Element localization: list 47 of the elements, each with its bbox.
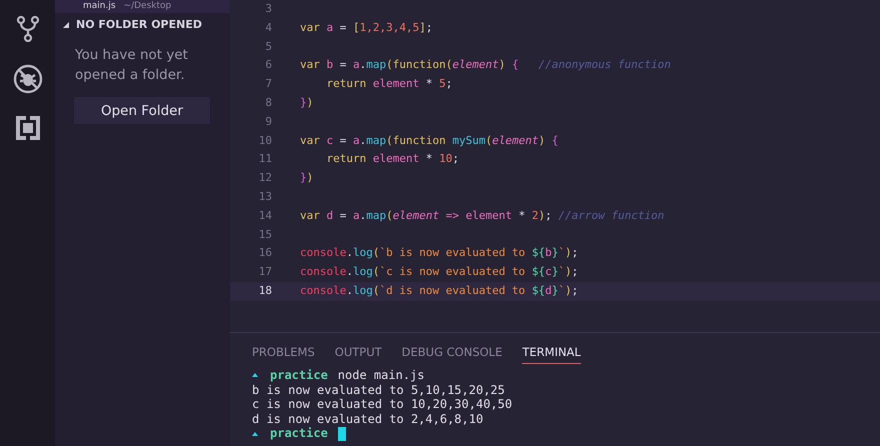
line-number: 8 [264,94,272,111]
line-number: 13 [258,188,272,205]
code-text: var c = a.map(function mySum(element) { [300,132,558,149]
code-text: console.log(`c is now evaluated to ${c}`); [300,264,578,280]
code-text: console.log(`b is now evaluated to ${b}`); [300,245,578,262]
prompt-directory: practice [270,368,328,383]
code-text: var a = [1,2,3,4,5]; [300,20,432,36]
terminal-output: d is now evaluated to 2,4,6,8,10 [252,412,484,426]
empty-message: You have not yet opened a folder. [74,46,189,85]
code-text: var d = a.map(element => element * 2); //arrow function [300,208,664,224]
line-number: 16 [258,245,272,262]
open-editor-item[interactable]: main.js ~/Desktop [55,0,230,13]
panel-tab[interactable]: DEBUG CONSOLE [402,345,502,364]
line-number: 3 [264,1,272,17]
line-number: 5 [264,38,272,55]
code-text: return element * 10; [325,151,459,168]
code-text: }) [300,94,314,111]
line-number: 7 [264,76,272,92]
line-number: 17 [258,264,272,280]
panel-tab[interactable]: OUTPUT [334,345,382,364]
code-text: var b = a.map(function(element) { //anonymous function [300,57,671,74]
prompt-icon [252,373,258,378]
line-number: 9 [264,114,272,130]
line-number: 11 [258,151,272,168]
line-number: 15 [258,226,272,243]
open-folder-button[interactable]: Open Folder [74,97,210,124]
panel-tab[interactable]: TERMINAL [522,345,581,364]
prompt-icon [252,432,258,436]
terminal-command: node main.js [338,368,424,383]
line-number: 18 [258,282,272,299]
line-number: 4 [264,20,272,36]
code-text: }) [300,170,314,186]
prompt-directory: practice [270,426,328,441]
terminal-output: b is now evaluated to 5,10,15,20,25 [252,382,505,398]
line-number: 6 [264,57,272,74]
branch-icon[interactable] [16,16,40,42]
code-text: return element * 5; [325,76,452,92]
line-number: 14 [258,208,272,224]
terminal-output: c is now evaluated to 10,20,30,40,50 [252,397,512,412]
no-bug-icon[interactable] [12,64,42,94]
section-title: NO FOLDER OPENED [76,18,202,31]
code-text: console.log(`d is now evaluated to ${d}`); [300,282,578,299]
panel-tab[interactable]: PROBLEMS [252,345,315,364]
extensions-icon[interactable] [16,116,40,140]
expand-triangle-icon[interactable] [62,20,70,28]
line-number: 12 [258,170,272,186]
line-number: 10 [258,132,272,149]
